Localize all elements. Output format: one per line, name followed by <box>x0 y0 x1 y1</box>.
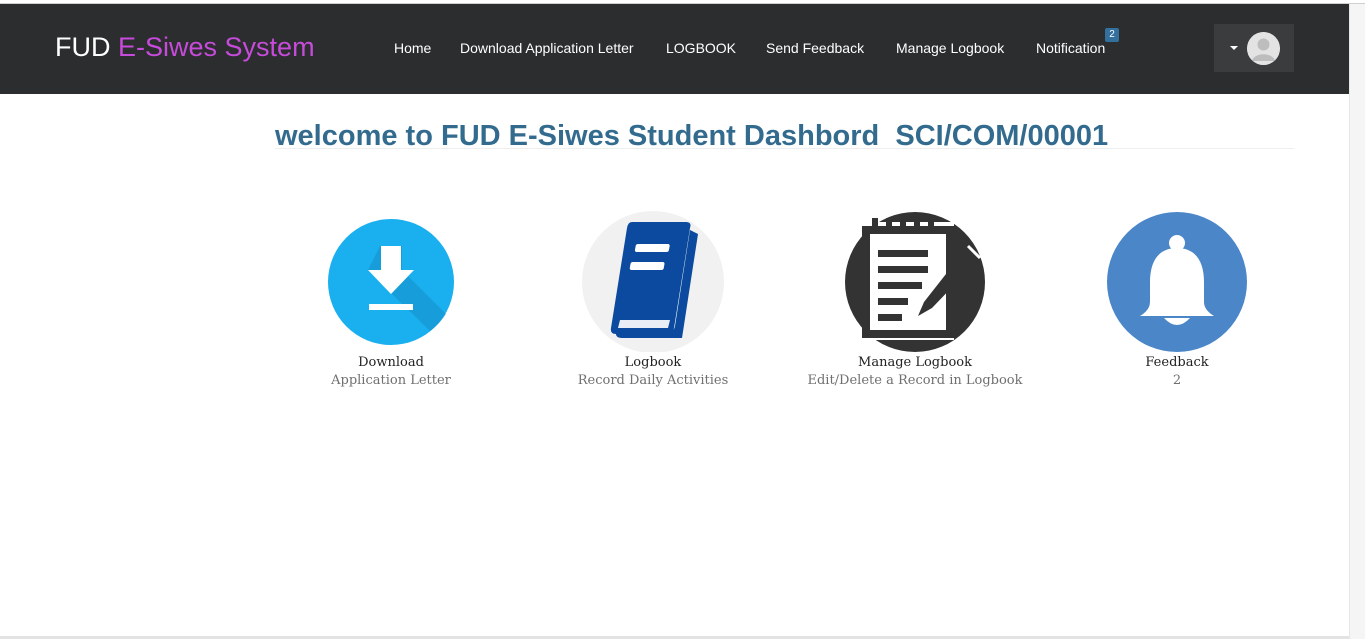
user-avatar-icon <box>1247 32 1280 65</box>
tile-logbook[interactable]: Logbook Record Daily Activities <box>523 210 783 390</box>
title-divider <box>275 148 1294 149</box>
notepad-pencil-icon <box>844 210 986 352</box>
tile-subtitle: Application Letter <box>331 373 451 388</box>
vertical-scrollbar[interactable] <box>1349 4 1365 639</box>
nav-send-feedback[interactable]: Send Feedback <box>766 39 864 57</box>
nav-notification[interactable]: Notification <box>1036 39 1105 57</box>
tile-manage-logbook[interactable]: Manage Logbook Edit/Delete a Record in L… <box>785 210 1045 390</box>
book-icon <box>582 210 724 353</box>
nav-manage-logbook[interactable]: Manage Logbook <box>896 39 1004 57</box>
top-navbar: FUD E-Siwes System Home Download Applica… <box>0 4 1349 94</box>
nav-home[interactable]: Home <box>394 39 431 57</box>
tile-subtitle: Record Daily Activities <box>577 373 729 388</box>
brand-logo[interactable]: FUD E-Siwes System <box>55 30 315 64</box>
tile-subtitle: Edit/Delete a Record in Logbook <box>807 373 1023 388</box>
caret-down-icon <box>1230 46 1238 50</box>
nav-logbook[interactable]: LOGBOOK <box>666 39 736 57</box>
brand-accent: E-Siwes System <box>118 32 315 62</box>
user-menu-toggle[interactable] <box>1214 24 1294 72</box>
tile-title: Manage Logbook <box>858 355 972 370</box>
tile-subtitle: 2 <box>1172 373 1182 388</box>
download-icon <box>320 210 462 352</box>
tile-title: Feedback <box>1145 355 1209 370</box>
nav-download-application-letter[interactable]: Download Application Letter <box>460 39 634 57</box>
notification-badge: 2 <box>1105 28 1119 42</box>
tile-feedback[interactable]: Feedback 2 <box>1047 210 1307 390</box>
brand-prefix: FUD <box>55 32 111 62</box>
tile-title: Logbook <box>624 355 682 370</box>
tile-title: Download <box>358 355 424 370</box>
tile-download-application-letter[interactable]: Download Application Letter <box>261 210 521 390</box>
bell-icon <box>1106 210 1248 352</box>
